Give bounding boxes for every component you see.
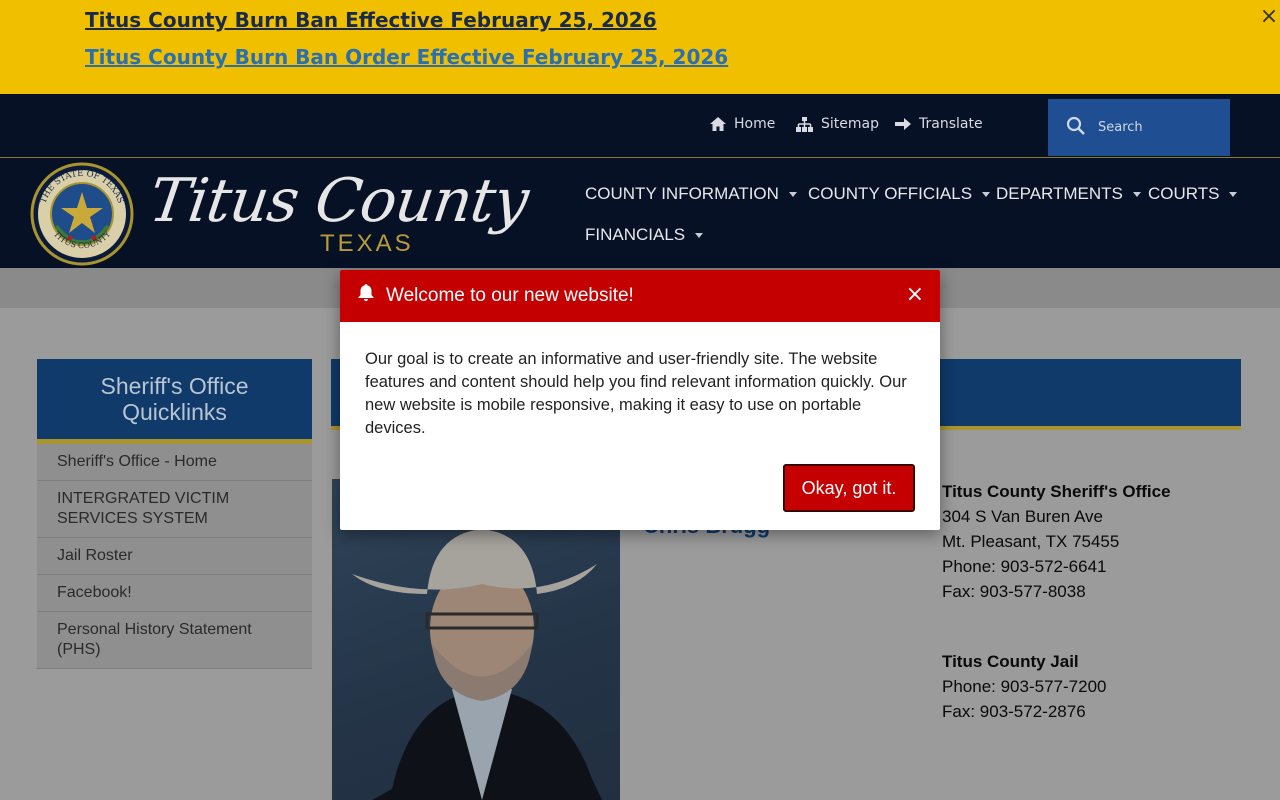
home-link[interactable]: Home xyxy=(710,116,775,132)
quicklinks-title: Sheriff's Office Quicklinks xyxy=(37,359,312,444)
quicklink-facebook[interactable]: Facebook! xyxy=(37,575,312,612)
arrow-right-icon xyxy=(895,117,911,131)
translate-link[interactable]: Translate xyxy=(895,116,983,132)
quicklinks-list: Sheriff's Office - Home INTERGRATED VICT… xyxy=(37,444,312,669)
logo-subtitle: TEXAS xyxy=(320,230,414,257)
office-phone: Phone: 903-572-6641 xyxy=(942,557,1107,576)
alert-close-icon[interactable]: × xyxy=(1258,4,1280,30)
jail-title: Titus County Jail xyxy=(942,652,1079,671)
nav-label: FINANCIALS xyxy=(585,225,686,244)
county-seal-logo[interactable]: THE STATE OF TEXAS TITUS COUNTY xyxy=(30,162,134,266)
alert-link-burn-ban-order[interactable]: Titus County Burn Ban Order Effective Fe… xyxy=(85,45,728,69)
office-address-1: 304 S Van Buren Ave xyxy=(942,507,1103,526)
alert-banner: Titus County Burn Ban Effective February… xyxy=(0,0,1280,94)
quicklink-sheriff-home[interactable]: Sheriff's Office - Home xyxy=(37,444,312,481)
nav-departments[interactable]: DEPARTMENTS xyxy=(996,184,1141,204)
alert-link-burn-ban[interactable]: Titus County Burn Ban Effective February… xyxy=(85,8,657,32)
jail-fax: Fax: 903-572-2876 xyxy=(942,702,1086,721)
nav-county-officials[interactable]: COUNTY OFFICIALS xyxy=(808,184,991,204)
search-icon[interactable] xyxy=(1066,116,1086,140)
quicklinks-panel: Sheriff's Office Quicklinks Sheriff's Of… xyxy=(37,359,312,669)
search-box xyxy=(1048,99,1230,156)
quicklink-victim-services[interactable]: INTERGRATED VICTIM SERVICES SYSTEM xyxy=(37,481,312,538)
caret-down-icon xyxy=(695,232,704,238)
home-icon xyxy=(710,117,726,131)
home-label: Home xyxy=(734,116,776,132)
modal-message: Our goal is to create an informative and… xyxy=(365,350,907,437)
translate-label: Translate xyxy=(919,116,983,132)
nav-county-information[interactable]: COUNTY INFORMATION xyxy=(585,184,797,204)
search-input[interactable] xyxy=(1098,120,1218,135)
modal-title: Welcome to our new website! xyxy=(386,285,634,306)
nav-label: COUNTY OFFICIALS xyxy=(808,184,973,203)
okay-got-it-button[interactable]: Okay, got it. xyxy=(783,464,915,512)
nav-courts[interactable]: COURTS xyxy=(1148,184,1238,204)
nav-financials[interactable]: FINANCIALS xyxy=(585,225,704,245)
office-fax: Fax: 903-577-8038 xyxy=(942,582,1086,601)
modal-close-icon[interactable]: × xyxy=(906,284,924,306)
quicklink-phs[interactable]: Personal History Statement (PHS) xyxy=(37,612,312,669)
utility-bar: Home Sitemap Translate xyxy=(0,94,1280,158)
site-header: THE STATE OF TEXAS TITUS COUNTY Titus Co… xyxy=(0,158,1280,268)
office-title: Titus County Sheriff's Office xyxy=(942,482,1171,501)
caret-down-icon xyxy=(1132,191,1141,197)
jail-phone: Phone: 903-577-7200 xyxy=(942,677,1107,696)
jail-contact: Titus County Jail Phone: 903-577-7200 Fa… xyxy=(942,649,1106,724)
caret-down-icon xyxy=(788,191,797,197)
sitemap-link[interactable]: Sitemap xyxy=(796,116,879,132)
caret-down-icon xyxy=(1229,191,1238,197)
bell-icon xyxy=(358,284,374,308)
quicklink-jail-roster[interactable]: Jail Roster xyxy=(37,538,312,575)
caret-down-icon xyxy=(982,191,991,197)
office-address-2: Mt. Pleasant, TX 75455 xyxy=(942,532,1120,551)
nav-label: COURTS xyxy=(1148,184,1220,203)
nav-label: COUNTY INFORMATION xyxy=(585,184,779,203)
logo-wordmark[interactable]: Titus County xyxy=(145,166,532,236)
modal-header: Welcome to our new website! xyxy=(340,270,940,322)
sitemap-label: Sitemap xyxy=(821,116,879,132)
nav-label: DEPARTMENTS xyxy=(996,184,1123,203)
welcome-modal: Welcome to our new website! × Our goal i… xyxy=(340,270,940,530)
office-contact: Titus County Sheriff's Office 304 S Van … xyxy=(942,479,1171,604)
sitemap-icon xyxy=(796,116,813,132)
